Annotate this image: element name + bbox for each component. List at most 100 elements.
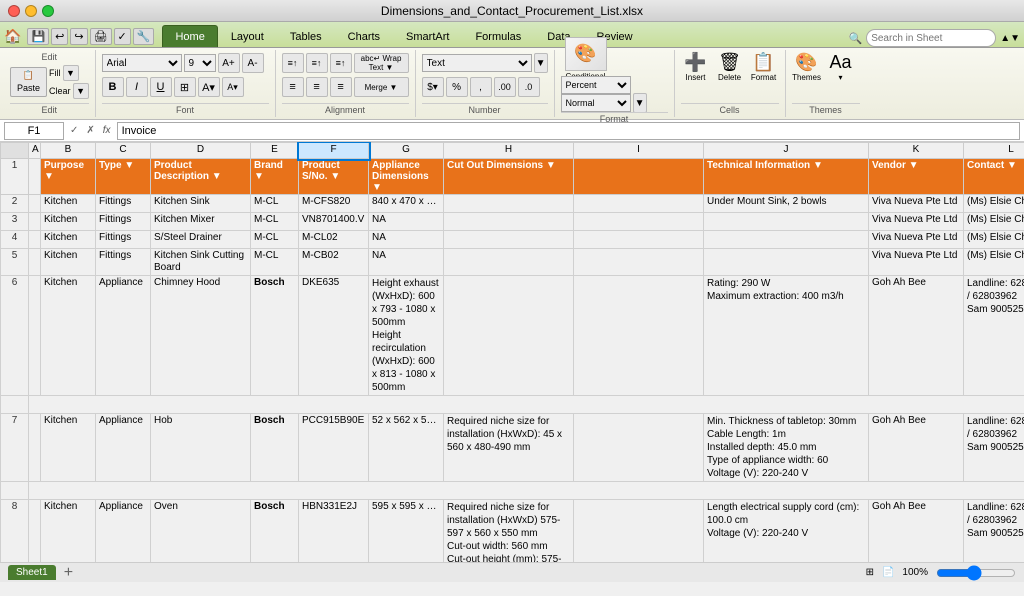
align-left-top-btn[interactable]: ≡↑ bbox=[282, 53, 304, 73]
table-row: 8 Kitchen Appliance Oven Bosch HBN331E2J… bbox=[1, 500, 1024, 563]
tab-formulas[interactable]: Formulas bbox=[462, 25, 534, 47]
number-format-select[interactable]: Text bbox=[422, 54, 532, 72]
comma-btn[interactable]: , bbox=[470, 77, 492, 97]
aa-btn[interactable]: Aa bbox=[830, 52, 852, 73]
title-bar: Dimensions_and_Contact_Procurement_List.… bbox=[0, 0, 1024, 22]
style-select[interactable]: Normal bbox=[561, 94, 631, 112]
col-header-a[interactable]: A bbox=[29, 143, 41, 159]
table-row: 4 Kitchen Fittings S/Steel Drainer M-CL … bbox=[1, 231, 1024, 249]
col-header-k[interactable]: K bbox=[869, 143, 964, 159]
undo-btn[interactable]: ↩ bbox=[51, 28, 68, 45]
close-button[interactable] bbox=[8, 5, 20, 17]
delete-btn[interactable]: 🗑 bbox=[718, 52, 741, 73]
font-decrease-btn[interactable]: A- bbox=[242, 53, 264, 73]
decimal-dec-btn[interactable]: .0 bbox=[518, 77, 540, 97]
col-header-c[interactable]: C bbox=[96, 143, 151, 159]
font-family-select[interactable]: Arial bbox=[102, 54, 182, 72]
paste-button[interactable]: 📋 Paste bbox=[10, 67, 47, 97]
format-cells-btn[interactable]: 📋 bbox=[752, 52, 774, 73]
tab-charts[interactable]: Charts bbox=[335, 25, 393, 47]
format-btn[interactable]: 🔧 bbox=[133, 28, 155, 45]
style-dropdown-btn[interactable]: ▼ bbox=[633, 93, 647, 113]
insert-btn[interactable]: ➕ bbox=[684, 52, 706, 73]
cell-l1[interactable]: Contact ▼ bbox=[964, 159, 1024, 195]
formula-input[interactable]: Invoice bbox=[117, 122, 1020, 140]
table-row: 5 Kitchen Fittings Kitchen Sink Cutting … bbox=[1, 249, 1024, 276]
bold-button[interactable]: B bbox=[102, 77, 124, 97]
cell-k1[interactable]: Vendor ▼ bbox=[869, 159, 964, 195]
col-header-b[interactable]: B bbox=[41, 143, 96, 159]
column-headers: A B C D E F G H I J K L M bbox=[1, 143, 1024, 159]
cell-b1[interactable]: Purpose ▼ bbox=[41, 159, 96, 195]
cancel-icon: ✗ bbox=[86, 125, 94, 136]
save-btn[interactable]: 💾 bbox=[27, 28, 49, 45]
percent-btn[interactable]: % bbox=[446, 77, 468, 97]
page-view-btn[interactable]: 📄 bbox=[882, 567, 894, 578]
wrap-text-btn[interactable]: abc↵ Wrap Text ▼ bbox=[354, 53, 409, 73]
font-color-button[interactable]: A▾ bbox=[222, 77, 244, 97]
spellcheck-btn[interactable]: ✓ bbox=[114, 28, 131, 45]
align-center-btn[interactable]: ≡ bbox=[306, 77, 328, 97]
table-row: 6 Kitchen Appliance Chimney Hood Bosch D… bbox=[1, 276, 1024, 396]
col-header-j[interactable]: J bbox=[704, 143, 869, 159]
col-header-l[interactable]: L bbox=[964, 143, 1024, 159]
align-left-btn[interactable]: ≡ bbox=[282, 77, 304, 97]
cell-reference-input[interactable]: F1 bbox=[4, 122, 64, 140]
cell-h1[interactable]: Cut Out Dimensions ▼ bbox=[444, 159, 574, 195]
ribbon-tabs: 🏠 💾 ↩ ↪ 🖨 ✓ 🔧 Home Layout Tables Charts … bbox=[0, 22, 1024, 48]
window-title: Dimensions_and_Contact_Procurement_List.… bbox=[381, 4, 643, 18]
search-input[interactable] bbox=[866, 29, 996, 47]
normal-view-btn[interactable]: ⊞ bbox=[866, 567, 874, 578]
underline-button[interactable]: U bbox=[150, 77, 172, 97]
border-button[interactable]: ⊞ bbox=[174, 77, 196, 97]
number-format-dropdown-btn[interactable]: ▼ bbox=[534, 53, 548, 73]
percent-format-select[interactable]: Percent bbox=[561, 76, 631, 94]
tab-layout[interactable]: Layout bbox=[218, 25, 277, 47]
col-header-d[interactable]: D bbox=[151, 143, 251, 159]
col-header-f[interactable]: F bbox=[299, 143, 369, 159]
italic-button[interactable]: I bbox=[126, 77, 148, 97]
align-right-btn[interactable]: ≡ bbox=[330, 77, 352, 97]
add-sheet-btn[interactable]: + bbox=[64, 564, 73, 582]
clear-label: Clear bbox=[49, 86, 71, 96]
clear-button[interactable]: ▼ bbox=[73, 83, 89, 99]
cell-i1[interactable] bbox=[574, 159, 704, 195]
tab-tables[interactable]: Tables bbox=[277, 25, 335, 47]
cell-e1[interactable]: Brand ▼ bbox=[251, 159, 299, 195]
tab-home[interactable]: Home bbox=[162, 25, 217, 47]
print-btn[interactable]: 🖨 bbox=[90, 28, 112, 45]
cell-d1[interactable]: Product Description ▼ bbox=[151, 159, 251, 195]
font-size-select[interactable]: 9 bbox=[184, 54, 216, 72]
cell-f1[interactable]: Product S/No. ▼ bbox=[299, 159, 369, 195]
tab-smartart[interactable]: SmartArt bbox=[393, 25, 462, 47]
redo-btn[interactable]: ↪ bbox=[70, 28, 87, 45]
sheet-tab[interactable]: Sheet1 bbox=[8, 565, 56, 580]
align-right-top-btn[interactable]: ≡↑ bbox=[330, 53, 352, 73]
zoom-slider[interactable] bbox=[936, 567, 1016, 579]
align-center-top-btn[interactable]: ≡↑ bbox=[306, 53, 328, 73]
zoom-level: 100% bbox=[902, 567, 928, 578]
font-increase-btn[interactable]: A+ bbox=[218, 53, 240, 73]
window-controls[interactable] bbox=[8, 5, 54, 17]
fill-button[interactable]: ▼ bbox=[63, 65, 79, 81]
maximize-button[interactable] bbox=[42, 5, 54, 17]
merge-btn[interactable]: Merge ▼ bbox=[354, 77, 409, 97]
minimize-button[interactable] bbox=[25, 5, 37, 17]
col-header-i[interactable]: I bbox=[574, 143, 704, 159]
col-header-e[interactable]: E bbox=[251, 143, 299, 159]
cell-c1[interactable]: Type ▼ bbox=[96, 159, 151, 195]
col-header-g[interactable]: G bbox=[369, 143, 444, 159]
decimal-inc-btn[interactable]: .00 bbox=[494, 77, 516, 97]
fx-icon: fx bbox=[103, 125, 111, 136]
cell-j1[interactable]: Technical Information ▼ bbox=[704, 159, 869, 195]
currency-btn[interactable]: $▾ bbox=[422, 77, 444, 97]
row-num-1[interactable]: 1 bbox=[1, 159, 29, 195]
table-row: 7 Kitchen Appliance Hob Bosch PCC915B90E… bbox=[1, 414, 1024, 482]
themes-btn[interactable]: 🎨 bbox=[795, 52, 817, 73]
cell-a1[interactable] bbox=[29, 159, 41, 195]
highlight-button[interactable]: A▾ bbox=[198, 77, 220, 97]
formula-bar: F1 ✓ ✗ fx Invoice bbox=[0, 120, 1024, 142]
cell-g1[interactable]: Appliance Dimensions ▼ bbox=[369, 159, 444, 195]
conditional-format-btn[interactable]: 🎨 bbox=[565, 37, 607, 71]
col-header-h[interactable]: H bbox=[444, 143, 574, 159]
